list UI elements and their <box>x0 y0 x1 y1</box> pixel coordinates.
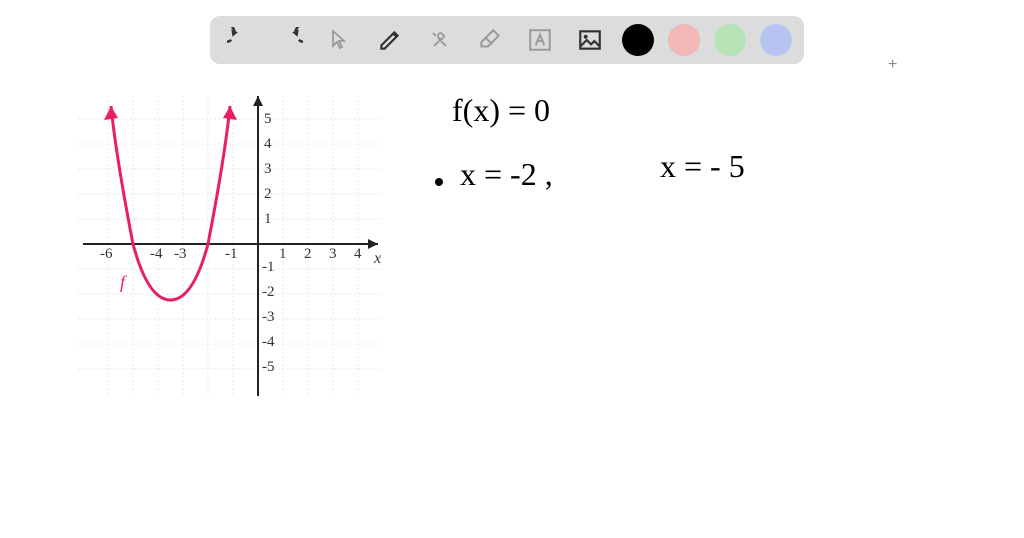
text-icon <box>527 27 553 53</box>
tick-x-1: 1 <box>279 246 287 263</box>
tools-icon <box>428 28 452 52</box>
tick-y-neg-2: -2 <box>262 284 275 301</box>
pointer-icon <box>328 28 352 52</box>
undo-icon <box>227 27 253 53</box>
curve-label: f <box>120 272 125 293</box>
eraser-icon <box>477 27 503 53</box>
tick-y-neg-1: -1 <box>262 259 275 276</box>
tick-x-4: 4 <box>354 246 362 263</box>
tick-y-neg-4: -4 <box>262 334 275 351</box>
tools-button[interactable] <box>422 22 458 58</box>
color-black[interactable] <box>622 24 654 56</box>
image-icon <box>577 27 603 53</box>
image-button[interactable] <box>572 22 608 58</box>
eraser-button[interactable] <box>472 22 508 58</box>
tick-y-1: 1 <box>264 211 272 228</box>
tick-y-neg-5: -5 <box>262 359 275 376</box>
tick-x-neg-3: -3 <box>174 246 187 263</box>
toolbar <box>210 16 804 64</box>
color-red[interactable] <box>668 24 700 56</box>
tick-y-neg-3: -3 <box>262 309 275 326</box>
handwriting-line-1: f(x) = 0 <box>452 92 550 129</box>
color-green[interactable] <box>714 24 746 56</box>
hw-bullet <box>435 178 443 186</box>
tick-y-2: 2 <box>264 186 272 203</box>
pointer-button[interactable] <box>322 22 358 58</box>
add-marker[interactable]: + <box>888 56 897 74</box>
redo-button[interactable] <box>272 22 308 58</box>
handwriting-line-2b: x = - 5 <box>660 148 745 185</box>
tick-y-5: 5 <box>264 111 272 128</box>
tick-x-neg-6: -6 <box>100 246 113 263</box>
color-blue[interactable] <box>760 24 792 56</box>
pencil-button[interactable] <box>372 22 408 58</box>
tick-x-3: 3 <box>329 246 337 263</box>
pencil-icon <box>377 27 403 53</box>
tick-x-neg-4: -4 <box>150 246 163 263</box>
undo-button[interactable] <box>222 22 258 58</box>
graph-panel: f -6 -4 -3 -1 1 2 3 4 5 4 3 2 1 -1 -2 -3… <box>78 96 383 396</box>
x-axis-label: x <box>374 250 381 268</box>
text-button[interactable] <box>522 22 558 58</box>
handwriting-line-2a: x = -2 , <box>460 156 553 193</box>
redo-icon <box>277 27 303 53</box>
tick-y-4: 4 <box>264 136 272 153</box>
tick-x-2: 2 <box>304 246 312 263</box>
tick-x-neg-1: -1 <box>225 246 238 263</box>
tick-y-3: 3 <box>264 161 272 178</box>
